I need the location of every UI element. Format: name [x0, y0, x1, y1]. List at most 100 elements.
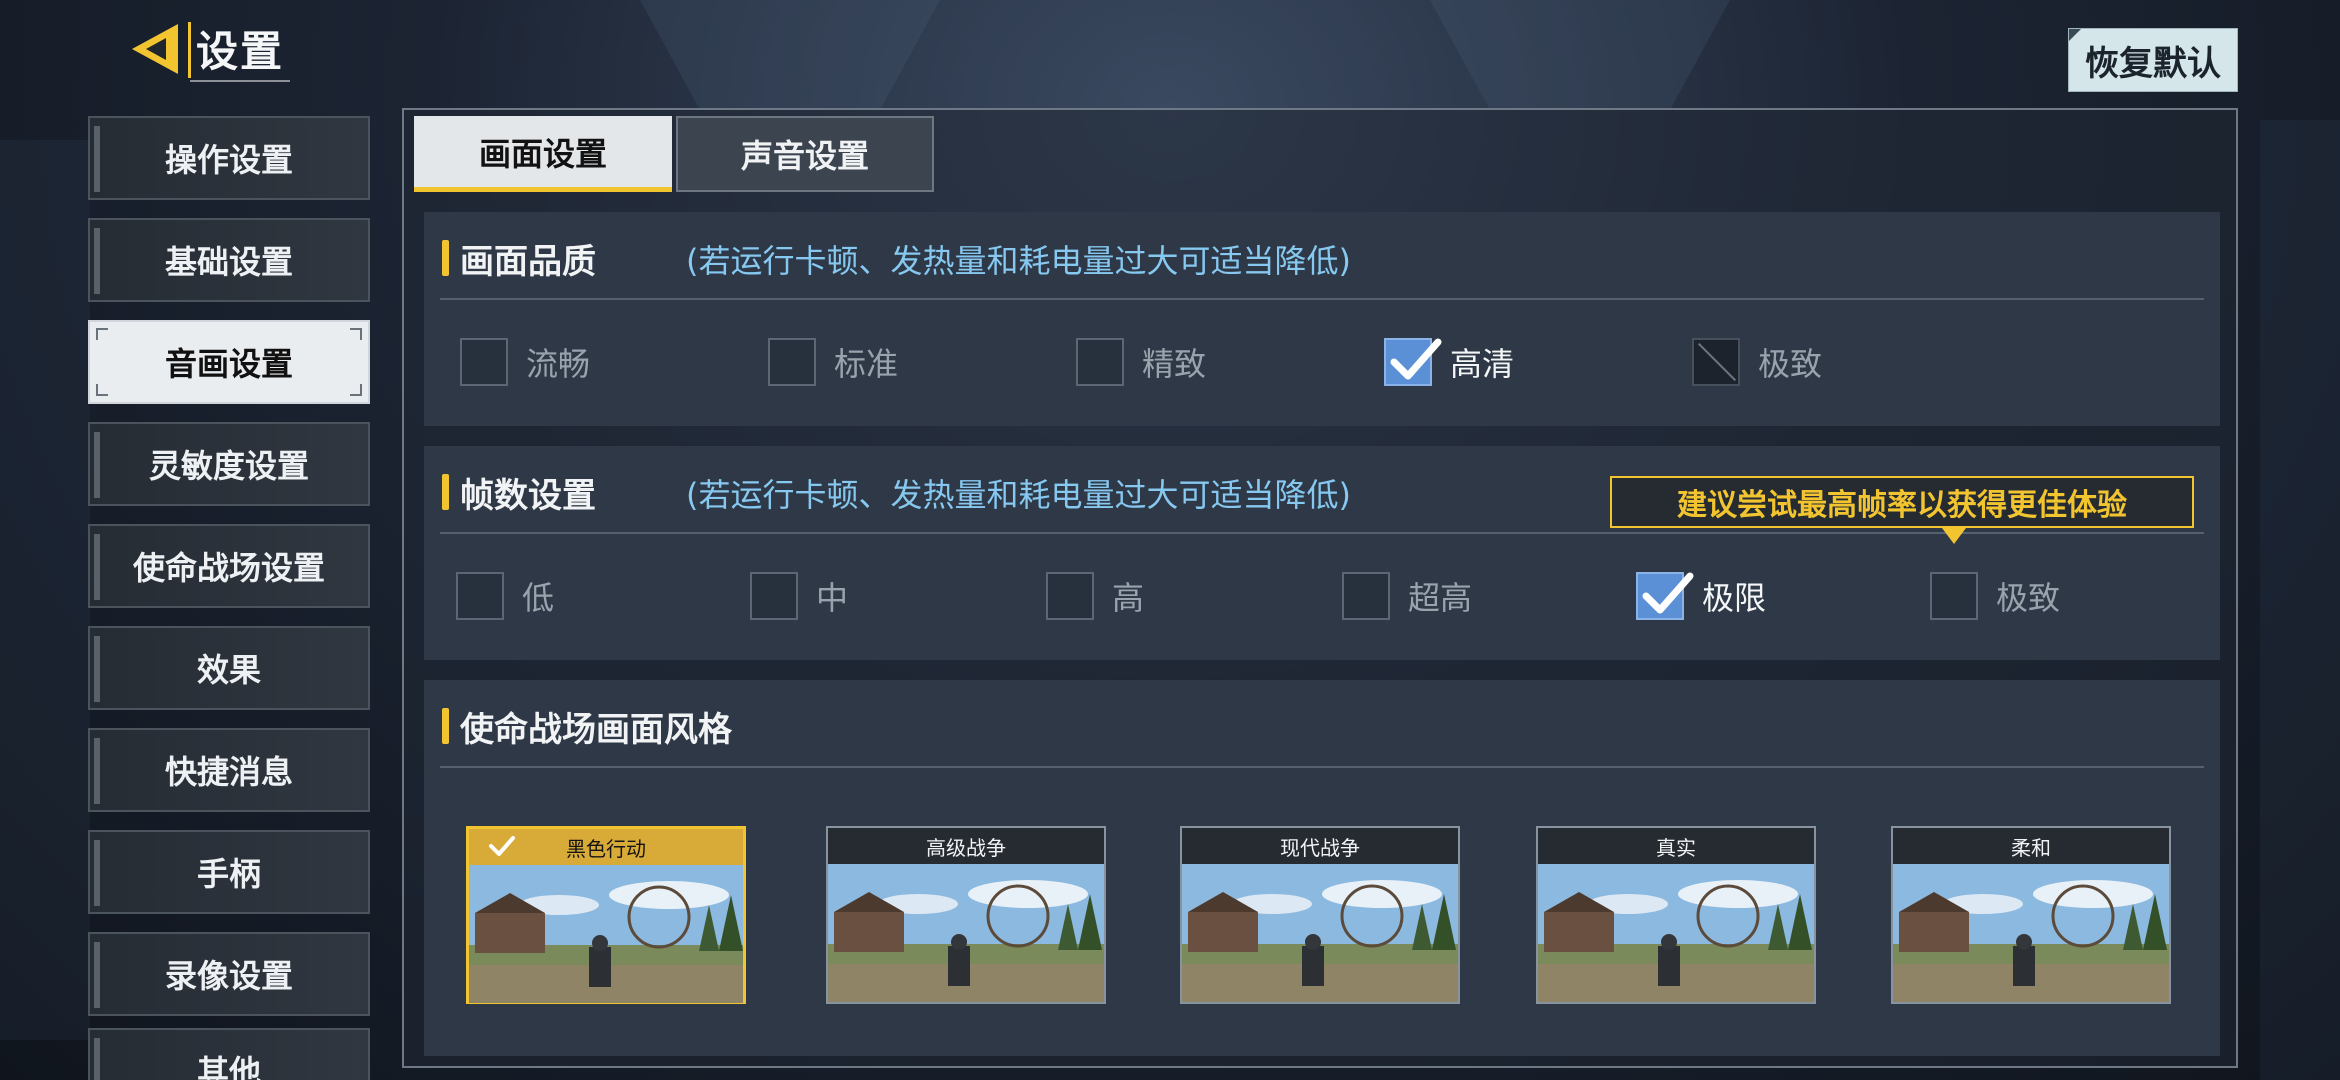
bracket-decor: [96, 328, 108, 340]
tooltip-arrow: [1942, 528, 1966, 544]
bracket-decor: [350, 328, 362, 340]
item-bar: [94, 228, 100, 294]
item-bar: [94, 1038, 100, 1080]
style-thumbnail: [469, 865, 743, 1003]
page-title: 设置: [196, 27, 285, 76]
framerate-option-very-high[interactable]: 超高: [1342, 572, 1472, 620]
style-card-advanced-warfare[interactable]: 高级战争: [826, 826, 1106, 1004]
title-underline: [190, 80, 290, 82]
card-label: 真实: [1656, 835, 1696, 860]
option-label: 低: [522, 579, 555, 617]
tab-audio-settings[interactable]: 声音设置: [676, 116, 934, 192]
option-label: 中: [816, 579, 849, 617]
sidebar-item-label: 操作设置: [164, 141, 293, 179]
quality-option-hd[interactable]: 高清: [1384, 338, 1514, 386]
item-bar: [94, 126, 100, 192]
style-card-soft[interactable]: 柔和: [1891, 826, 2171, 1004]
tab-label: 声音设置: [740, 137, 869, 175]
section-divider: [440, 298, 2204, 300]
framerate-option-low[interactable]: 低: [456, 572, 554, 620]
quality-section: 画面品质 (若运行卡顿、发热量和耗电量过大可适当降低) 流畅 标准 精致 高清 …: [424, 212, 2220, 426]
style-thumbnail: [828, 864, 1104, 1002]
checkbox: [750, 572, 798, 620]
framerate-option-ultra[interactable]: 极致: [1930, 572, 2060, 620]
checkbox: [1342, 572, 1390, 620]
sidebar-item-effects[interactable]: 效果: [88, 626, 370, 710]
card-caption: 柔和: [1893, 828, 2169, 864]
checkbox: [768, 338, 816, 386]
checkbox: [456, 572, 504, 620]
sidebar-item-controls[interactable]: 操作设置: [88, 116, 370, 200]
option-label: 高: [1112, 579, 1145, 617]
option-label: 极限: [1702, 579, 1767, 617]
card-caption: 现代战争: [1182, 828, 1458, 864]
option-label: 精致: [1142, 345, 1207, 383]
bracket-decor: [350, 384, 362, 396]
quality-option-smooth[interactable]: 流畅: [460, 338, 590, 386]
option-label: 流畅: [526, 345, 591, 383]
reset-default-button[interactable]: 恢复默认: [2068, 28, 2238, 92]
item-bar: [94, 534, 100, 600]
check-icon: [489, 836, 515, 856]
style-card-modern-warfare[interactable]: 现代战争: [1180, 826, 1460, 1004]
sidebar-item-recording[interactable]: 录像设置: [88, 932, 370, 1016]
sidebar-item-controller[interactable]: 手柄: [88, 830, 370, 914]
sidebar-item-sensitivity[interactable]: 灵敏度设置: [88, 422, 370, 506]
style-card-black-ops[interactable]: 黑色行动: [466, 826, 746, 1004]
sidebar-item-quick-messages[interactable]: 快捷消息: [88, 728, 370, 812]
tab-video-settings[interactable]: 画面设置: [414, 116, 672, 192]
quality-option-ultra: 极致: [1692, 338, 1822, 386]
tab-label: 画面设置: [478, 134, 607, 173]
sidebar-item-label: 使命战场设置: [132, 549, 325, 587]
framerate-tooltip: 建议尝试最高帧率以获得更佳体验: [1610, 476, 2194, 528]
sidebar-item-label: 效果: [196, 651, 261, 689]
checkbox: [1636, 572, 1694, 620]
sidebar-item-label: 录像设置: [164, 957, 293, 995]
checkbox: [460, 338, 508, 386]
checkmark-icon: [1642, 572, 1694, 614]
checkbox: [1046, 572, 1094, 620]
background-decor: [2260, 120, 2340, 1080]
section-title: 帧数设置: [460, 476, 596, 516]
framerate-option-high[interactable]: 高: [1046, 572, 1144, 620]
item-bar: [94, 432, 100, 498]
card-label: 高级战争: [926, 835, 1006, 860]
background-decor: [1430, 0, 1730, 110]
card-caption: 真实: [1538, 828, 1814, 864]
checkbox: [1076, 338, 1124, 386]
framerate-option-medium[interactable]: 中: [750, 572, 848, 620]
checkmark-icon: [1390, 338, 1442, 380]
framerate-option-extreme[interactable]: 极限: [1636, 572, 1766, 620]
style-thumbnail: [1893, 864, 2169, 1002]
section-divider: [440, 766, 2204, 768]
background-decor: [0, 140, 90, 1040]
sidebar: 操作设置 基础设置 音画设置 灵敏度设置 使命战场设置 效果 快捷消息 手柄 录…: [88, 116, 370, 1080]
quality-option-fine[interactable]: 精致: [1076, 338, 1206, 386]
option-label: 极致: [1996, 579, 2061, 617]
card-label: 柔和: [2011, 835, 2051, 860]
sidebar-item-battlefield[interactable]: 使命战场设置: [88, 524, 370, 608]
item-bar: [94, 636, 100, 702]
sidebar-item-other[interactable]: 其他: [88, 1028, 370, 1080]
item-bar: [94, 942, 100, 1008]
card-caption: 高级战争: [828, 828, 1104, 864]
sidebar-item-label: 基础设置: [164, 243, 293, 281]
sidebar-item-basic[interactable]: 基础设置: [88, 218, 370, 302]
style-card-realistic[interactable]: 真实: [1536, 826, 1816, 1004]
option-label: 极致: [1758, 345, 1823, 383]
tooltip-text: 建议尝试最高帧率以获得更佳体验: [1677, 488, 2127, 523]
back-button[interactable]: [124, 18, 186, 80]
quality-option-standard[interactable]: 标准: [768, 338, 898, 386]
section-divider: [440, 532, 2204, 534]
option-label: 高清: [1450, 345, 1515, 383]
checkbox: [1930, 572, 1978, 620]
back-arrow-icon: [132, 24, 178, 74]
section-accent: [442, 708, 449, 744]
style-thumbnail: [1538, 864, 1814, 1002]
card-label: 现代战争: [1280, 835, 1360, 860]
style-thumbnail: [1182, 864, 1458, 1002]
option-label: 超高: [1408, 579, 1473, 617]
section-accent: [442, 474, 449, 510]
sidebar-item-audio-video[interactable]: 音画设置: [88, 320, 370, 404]
section-title: 画面品质: [460, 242, 596, 282]
